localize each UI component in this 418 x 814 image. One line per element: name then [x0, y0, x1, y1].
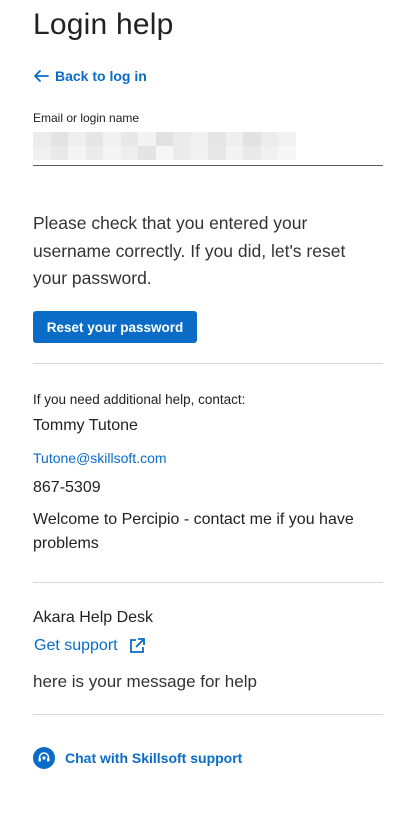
chat-support-label: Chat with Skillsoft support	[65, 750, 243, 766]
contact-phone: 867-5309	[33, 479, 101, 496]
login-field	[33, 128, 383, 166]
divider	[33, 714, 383, 715]
divider	[33, 582, 383, 583]
login-name-input[interactable]	[33, 128, 383, 165]
check-username-message: Please check that you entered your usern…	[33, 213, 346, 288]
login-field-label: Email or login name	[33, 111, 140, 125]
reset-password-button[interactable]: Reset your password	[33, 311, 197, 343]
help-desk-message: here is your message for help	[33, 672, 257, 691]
get-support-link[interactable]: Get support	[34, 637, 146, 655]
contact-note: Welcome to Percipio - contact me if you …	[33, 511, 354, 552]
back-link-label: Back to log in	[55, 68, 147, 84]
get-support-label: Get support	[34, 637, 118, 654]
contact-email-link[interactable]: Tutone@skillsoft.com	[33, 450, 167, 466]
arrow-left-icon	[34, 70, 49, 82]
contact-intro: If you need additional help, contact:	[33, 392, 246, 407]
page-title: Login help	[33, 8, 174, 41]
contact-name: Tommy Tutone	[33, 417, 138, 434]
chat-headset-icon	[33, 747, 55, 769]
external-link-icon	[129, 638, 145, 653]
divider	[33, 363, 383, 364]
chat-support-link[interactable]: Chat with Skillsoft support	[33, 747, 242, 769]
help-desk-name: Akara Help Desk	[33, 609, 154, 626]
back-to-login-link[interactable]: Back to log in	[33, 68, 147, 84]
